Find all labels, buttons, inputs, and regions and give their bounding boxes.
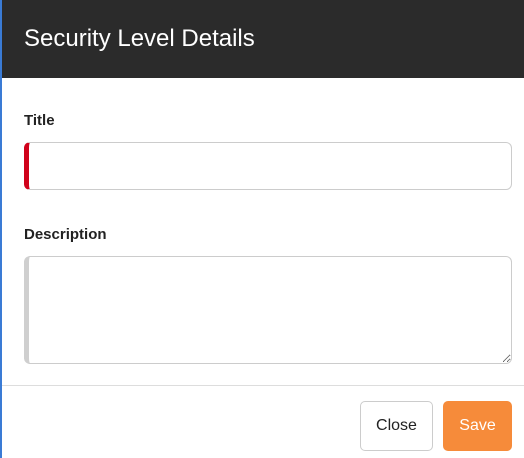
title-label: Title [24, 112, 55, 129]
dialog-footer: Close Save [360, 401, 512, 451]
security-level-dialog: Security Level Details Title Description… [0, 0, 524, 458]
title-input[interactable] [24, 142, 512, 190]
dialog-title: Security Level Details [24, 25, 255, 52]
description-label: Description [24, 226, 107, 243]
save-button[interactable]: Save [443, 401, 512, 451]
dialog-header: Security Level Details [2, 0, 524, 78]
close-button[interactable]: Close [360, 401, 433, 451]
description-textarea[interactable] [24, 256, 512, 364]
dialog-body: Title Description [2, 78, 524, 364]
footer-divider [2, 385, 524, 386]
